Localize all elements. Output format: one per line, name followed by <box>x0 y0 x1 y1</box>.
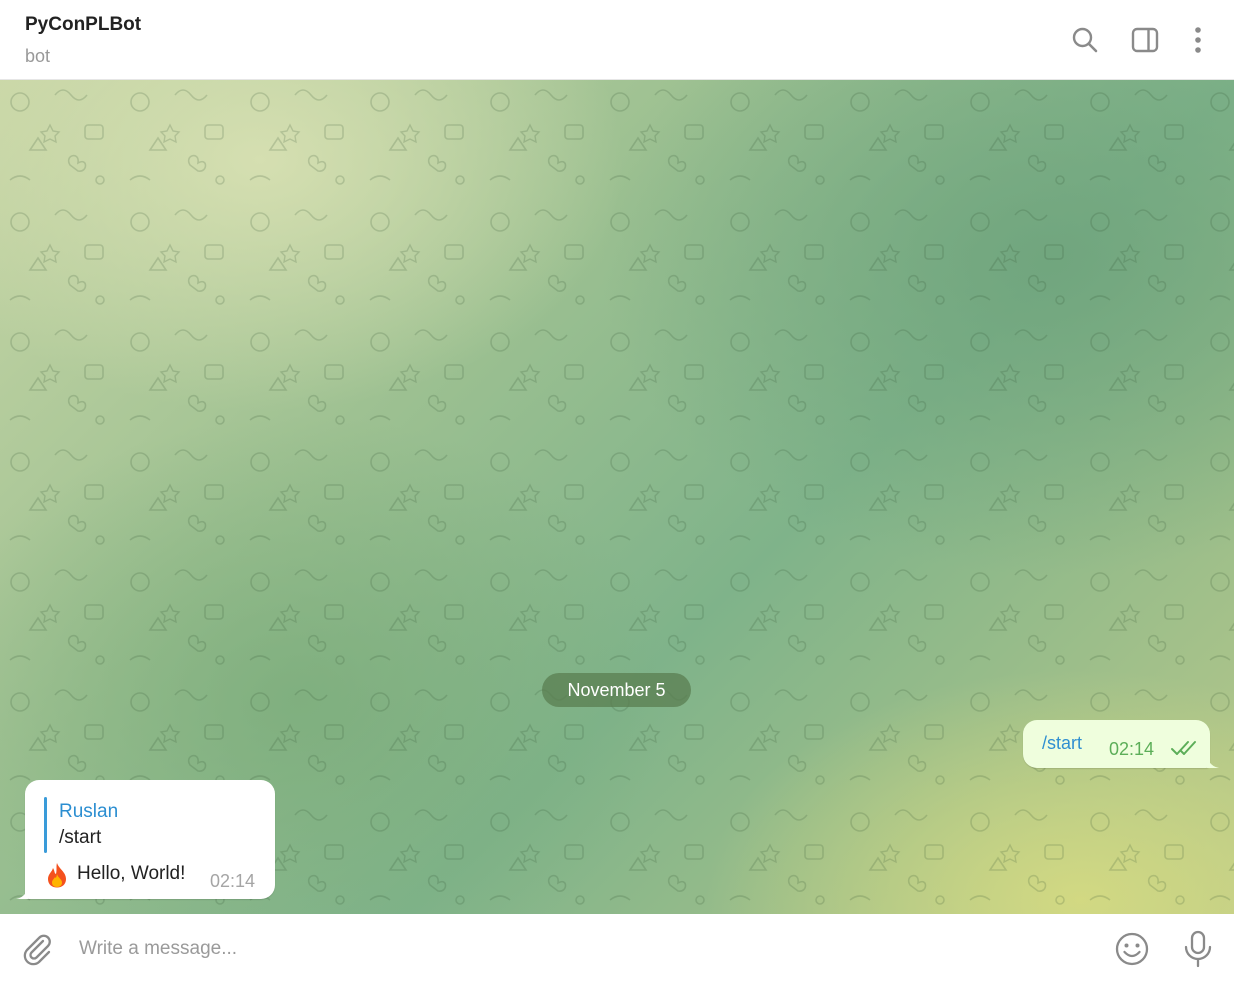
fire-emoji-icon <box>48 863 66 888</box>
date-separator: November 5 <box>542 673 691 707</box>
search-button[interactable] <box>1069 24 1101 56</box>
reply-quote-bar <box>44 797 47 853</box>
microphone-icon <box>1184 930 1212 968</box>
more-options-button[interactable] <box>1182 24 1214 56</box>
message-time: 02:14 <box>1109 739 1155 759</box>
message-text: Hello, World! <box>77 863 186 884</box>
more-vertical-icon <box>1195 27 1201 53</box>
message-text[interactable]: /start <box>1042 733 1082 754</box>
message-composer <box>0 914 1234 984</box>
search-icon <box>1072 27 1098 53</box>
bubble-tail <box>1207 756 1219 768</box>
bubble-tail <box>16 887 28 899</box>
double-check-icon <box>1171 741 1196 755</box>
chat-message-area[interactable]: November 5 /start 02:14 Ruslan /start He… <box>0 80 1234 914</box>
voice-message-button[interactable] <box>1181 929 1215 969</box>
emoji-button[interactable] <box>1114 931 1150 967</box>
chat-status: bot <box>25 46 51 66</box>
reply-author[interactable]: Ruslan <box>59 801 118 823</box>
chat-title[interactable]: PyConPLBot <box>25 14 141 36</box>
telegram-chat-window: PyConPLBot bot November 5 /start 02:14 R… <box>0 0 1234 984</box>
outgoing-message[interactable]: /start 02:14 <box>1023 720 1219 768</box>
sidebar-toggle-icon <box>1131 27 1159 53</box>
incoming-message[interactable]: Ruslan /start Hello, World! 02:14 <box>16 780 275 899</box>
attach-button[interactable] <box>20 932 54 966</box>
message-input[interactable] <box>79 932 1079 966</box>
chat-header: PyConPLBot bot <box>0 0 1234 80</box>
paperclip-icon <box>23 934 51 966</box>
toggle-sidebar-button[interactable] <box>1129 24 1161 56</box>
emoji-icon <box>1115 932 1149 966</box>
reply-preview-text[interactable]: /start <box>59 827 101 849</box>
message-time: 02:14 <box>210 871 256 891</box>
